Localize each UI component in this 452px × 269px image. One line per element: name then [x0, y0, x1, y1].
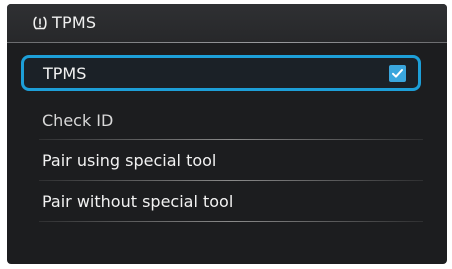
- menu-item-label: Check ID: [42, 111, 114, 130]
- menu-item-label: Pair without special tool: [42, 192, 234, 211]
- menu-item-pair-using-special-tool[interactable]: Pair using special tool: [21, 142, 421, 178]
- checkmark-icon: [392, 69, 403, 78]
- tpms-checkbox[interactable]: [389, 65, 406, 82]
- header-divider: [7, 42, 447, 43]
- menu-divider: [39, 139, 423, 140]
- menu-item-tpms-toggle[interactable]: TPMS: [21, 55, 421, 91]
- menu-item-check-id[interactable]: Check ID: [21, 103, 421, 139]
- menu-divider: [39, 221, 423, 222]
- menu-item-label: Pair using special tool: [42, 151, 217, 170]
- menu-item-label: TPMS: [43, 64, 87, 83]
- menu-divider: [39, 180, 423, 181]
- menu-item-pair-without-special-tool[interactable]: Pair without special tool: [21, 183, 421, 219]
- tire-pressure-warning-icon: [32, 15, 48, 31]
- page-title: TPMS: [52, 13, 97, 32]
- header-bar: TPMS: [7, 4, 447, 42]
- tpms-screen: TPMS TPMS Check ID Pair using special to…: [7, 4, 447, 264]
